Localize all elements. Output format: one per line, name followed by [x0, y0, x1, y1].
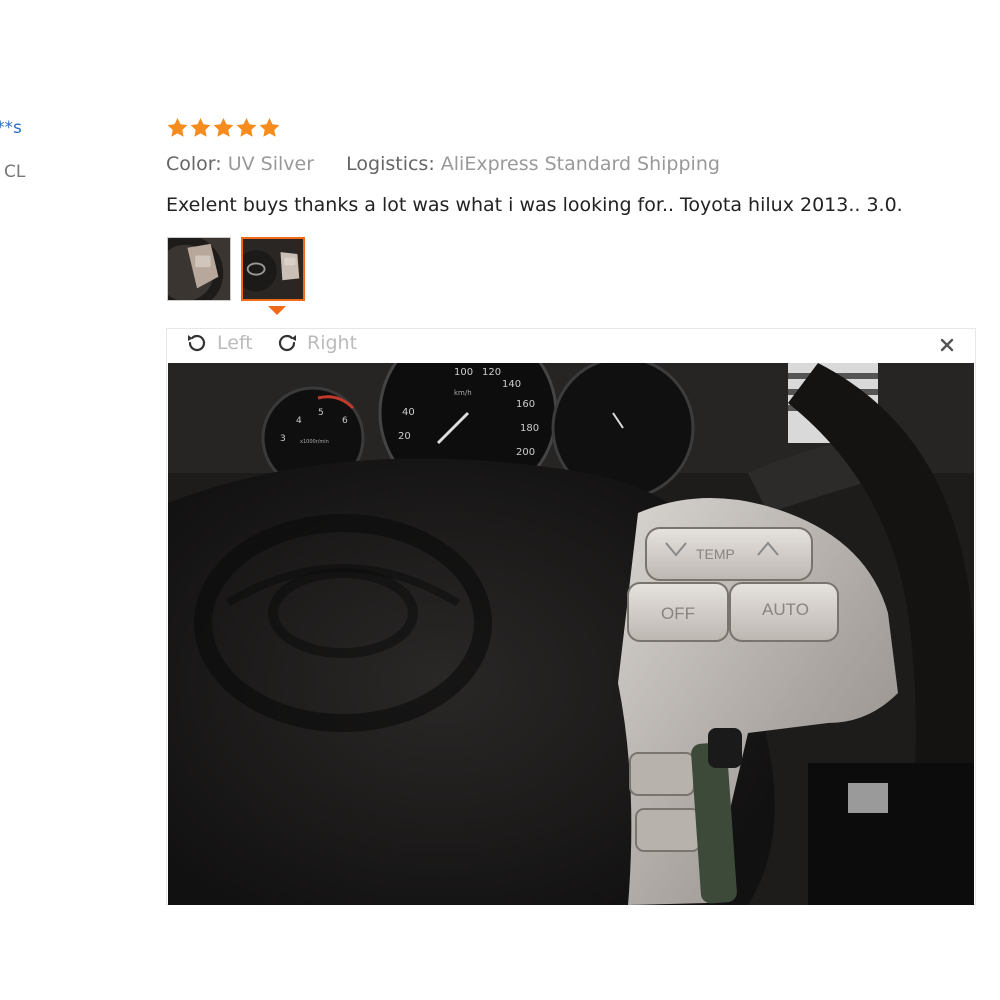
- rotate-right-icon: [278, 334, 296, 352]
- rpm-unit: x1000r/min: [300, 439, 329, 445]
- rpm-tick: 5: [318, 408, 324, 418]
- gauge-tick: 140: [502, 379, 521, 390]
- logistics-label: Logistics:: [346, 153, 435, 175]
- review-photo-thumbnail-selected[interactable]: [241, 237, 305, 301]
- rotate-left-label: Left: [217, 332, 253, 354]
- close-icon: [940, 338, 954, 352]
- auto-button-label: AUTO: [762, 600, 809, 619]
- image-viewer: Left Right 100 120 140 160 180 200 40 20…: [166, 328, 976, 905]
- gauge-tick: 200: [516, 447, 535, 458]
- review-meta: Color: UV Silver Logistics: AliExpress S…: [166, 153, 720, 175]
- color-value: UV Silver: [227, 153, 315, 175]
- star-icon: [235, 116, 258, 140]
- viewer-toolbar: Left Right: [167, 329, 975, 363]
- temp-button-label: TEMP: [696, 546, 735, 562]
- star-icon: [212, 116, 235, 140]
- review-text: Exelent buys thanks a lot was what i was…: [166, 194, 903, 216]
- off-button-label: OFF: [661, 604, 695, 623]
- rpm-tick: 6: [342, 416, 348, 426]
- close-viewer-button[interactable]: [937, 335, 957, 355]
- gauge-tick: 120: [482, 367, 501, 378]
- rotate-right-label: Right: [307, 332, 358, 354]
- rpm-tick: 4: [296, 416, 302, 426]
- star-rating: [166, 116, 281, 140]
- color-label: Color:: [166, 153, 222, 175]
- rpm-tick: 3: [280, 434, 286, 444]
- gauge-tick: 40: [402, 407, 415, 418]
- gauge-unit: km/h: [454, 389, 472, 397]
- logistics-value: AliExpress Standard Shipping: [440, 153, 720, 175]
- star-icon: [189, 116, 212, 140]
- gauge-tick: 20: [398, 431, 411, 442]
- rotate-right-button[interactable]: Right: [275, 331, 357, 355]
- review-photo-large: 100 120 140 160 180 200 40 20 km/h 3 4 5…: [168, 363, 974, 905]
- rotate-left-button[interactable]: Left: [185, 331, 253, 355]
- gauge-tick: 100: [454, 367, 473, 378]
- reviewer-country: CL: [4, 162, 26, 182]
- reviewer-name[interactable]: **s: [0, 118, 22, 138]
- star-icon: [166, 116, 189, 140]
- gauge-tick: 160: [516, 399, 535, 410]
- star-icon: [258, 116, 281, 140]
- review-photo-thumbnail[interactable]: [167, 237, 231, 301]
- rotate-left-icon: [188, 334, 206, 352]
- gauge-tick: 180: [520, 423, 539, 434]
- selected-thumbnail-pointer: [268, 306, 286, 315]
